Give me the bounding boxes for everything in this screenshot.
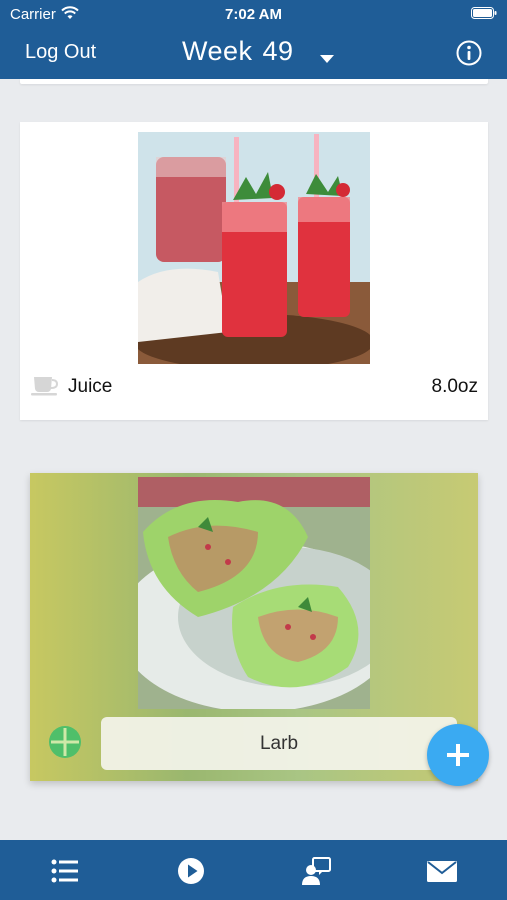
status-bar: Carrier 7:02 AM — [0, 0, 507, 28]
food-name: Juice — [68, 376, 113, 397]
play-icon[interactable] — [176, 856, 206, 886]
week-selector[interactable]: Week 49 — [182, 36, 294, 67]
bottom-tab-bar — [0, 840, 507, 900]
coffee-cup-icon — [31, 377, 59, 396]
add-button[interactable] — [427, 724, 489, 786]
food-amount: 8.0oz — [431, 376, 478, 397]
juice-photo — [138, 132, 370, 364]
logout-button[interactable]: Log Out — [25, 41, 96, 64]
food-card-juice[interactable]: Juice 8.0oz — [20, 122, 488, 420]
top-bar: Carrier 7:02 AM Log Out Week 49 — [0, 0, 507, 79]
clock: 7:02 AM — [225, 6, 282, 23]
larb-photo — [138, 477, 370, 709]
list-icon[interactable] — [50, 856, 80, 886]
info-icon[interactable] — [456, 40, 482, 66]
previous-card-edge — [20, 79, 488, 84]
contact-icon[interactable] — [302, 856, 332, 886]
food-card-larb[interactable]: Larb — [30, 473, 478, 781]
food-name-field[interactable]: Larb — [101, 717, 457, 770]
leaf-icon — [49, 726, 81, 758]
week-number: 49 — [262, 36, 294, 66]
mail-icon[interactable] — [427, 856, 457, 886]
caret-down-icon[interactable] — [319, 54, 335, 64]
battery-icon — [471, 7, 497, 19]
plus-icon — [447, 744, 469, 766]
week-label: Week — [182, 36, 253, 66]
